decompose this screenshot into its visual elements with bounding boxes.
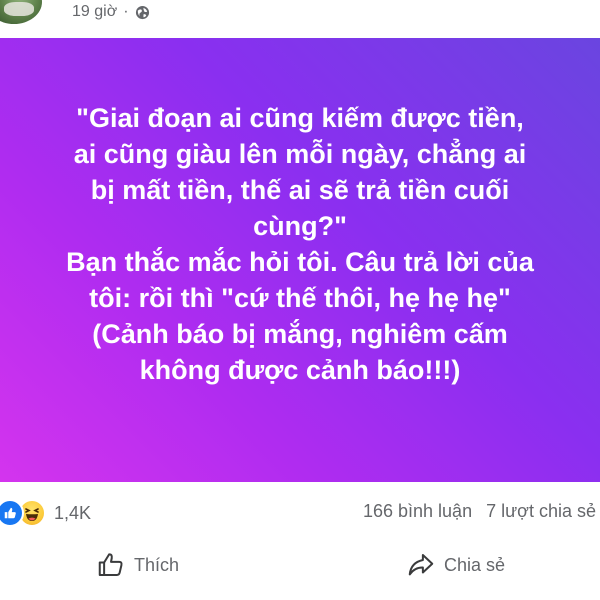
post-meta: 19 giờ ·: [72, 2, 150, 22]
post-text-line: tôi: rồi thì "cứ thế thôi, hẹ hẹ hẹ": [89, 283, 511, 313]
reaction-count: 1,4K: [54, 502, 92, 523]
like-button[interactable]: Thích: [96, 548, 179, 582]
share-arrow-icon: [406, 550, 436, 580]
post-text: "Giai đoạn ai cũng kiếm được tiền, ai cũ…: [20, 100, 580, 388]
share-button[interactable]: Chia sẻ: [406, 548, 505, 582]
share-count-link[interactable]: 7 lượt chia sẻ: [486, 501, 596, 522]
share-button-label: Chia sẻ: [444, 554, 506, 575]
post-timestamp[interactable]: 19 giờ: [72, 3, 117, 21]
like-button-label: Thích: [134, 554, 180, 575]
post-text-line: (Cảnh báo bị mắng, nghiêm cấm: [92, 319, 508, 349]
engagement-counts: 166 bình luận 7 lượt chia sẻ: [363, 501, 596, 522]
reactions-summary[interactable]: 1,4K: [0, 499, 91, 527]
post-text-line: không được cảnh báo!!!): [139, 355, 461, 385]
post-header: 19 giờ ·: [0, 0, 600, 38]
post-text-line: ai cũng giàu lên mỗi ngày, chẳng ai: [73, 139, 527, 169]
post-background-card: "Giai đoạn ai cũng kiếm được tiền, ai cũ…: [0, 38, 600, 482]
post-actions-bar: Thích Chia sẻ: [0, 542, 600, 600]
post-text-line: cùng?": [253, 211, 347, 241]
post-text-line: Bạn thắc mắc hỏi tôi. Câu trả lời của: [66, 247, 534, 277]
meta-separator: ·: [123, 3, 129, 20]
author-avatar[interactable]: [0, 0, 42, 24]
post-text-line: "Giai đoạn ai cũng kiếm được tiền,: [76, 103, 524, 133]
globe-icon[interactable]: [135, 5, 150, 20]
thumbs-up-icon: [96, 550, 126, 580]
comment-count-link[interactable]: 166 bình luận: [363, 501, 472, 522]
post-text-line: bị mất tiền, thế ai sẽ trả tiền cuối: [90, 175, 510, 205]
post-stats-bar: 1,4K 166 bình luận 7 lượt chia sẻ: [0, 482, 600, 542]
